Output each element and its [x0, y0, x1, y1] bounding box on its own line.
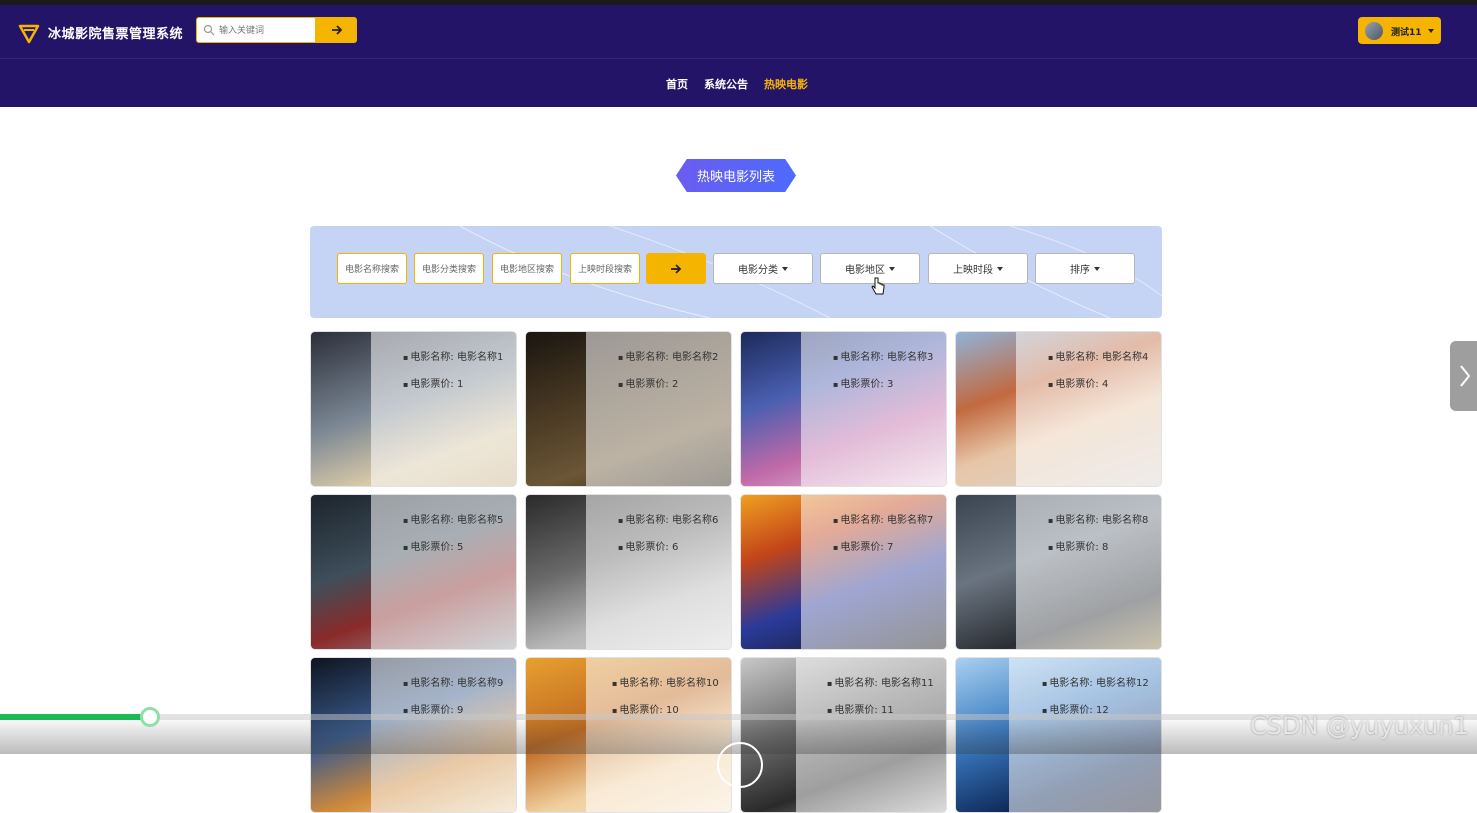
chevron-down-icon	[782, 266, 788, 271]
movie-name: 电影名称: 电影名称4	[1048, 348, 1148, 363]
movie-card-4[interactable]: 电影名称: 电影名称4 电影票价: 4	[955, 331, 1162, 487]
nav-item-announcements[interactable]: 系统公告	[704, 76, 748, 92]
movie-name: 电影名称: 电影名称3	[833, 348, 933, 363]
avatar	[1365, 22, 1383, 40]
filter-panel: 电影名称搜索 电影分类搜索 电影地区搜索 上映时段搜索 电影分类 电影地区 上映…	[310, 226, 1162, 318]
video-progress-fill	[0, 714, 148, 720]
search-input[interactable]	[217, 21, 313, 41]
movie-card-7[interactable]: 电影名称: 电影名称7 电影票价: 7	[740, 494, 947, 650]
movie-name: 电影名称: 电影名称12	[1042, 674, 1148, 689]
watermark: CSDN @yuyuxun1	[1250, 712, 1469, 740]
chevron-right-icon	[1460, 365, 1471, 387]
search-icon	[203, 24, 215, 36]
chevron-down-icon	[997, 266, 1003, 271]
movie-category-search-input[interactable]: 电影分类搜索	[414, 253, 484, 284]
movie-card-3[interactable]: 电影名称: 电影名称3 电影票价: 3	[740, 331, 947, 487]
filter-search-button[interactable]	[646, 253, 706, 284]
category-dropdown[interactable]: 电影分类	[713, 253, 813, 284]
search-box[interactable]	[196, 17, 316, 43]
movie-card-1[interactable]: 电影名称: 电影名称1 电影票价: 1	[310, 331, 517, 487]
movie-name: 电影名称: 电影名称9	[403, 674, 503, 689]
sort-dropdown-label: 排序	[1070, 265, 1090, 276]
next-page-button[interactable]	[1450, 341, 1477, 411]
movie-name: 电影名称: 电影名称10	[612, 674, 718, 689]
movie-price: 电影票价: 3	[833, 375, 893, 390]
movie-price: 电影票价: 4	[1048, 375, 1108, 390]
chevron-down-icon	[1094, 266, 1100, 271]
arrow-right-icon	[331, 25, 342, 35]
chevron-down-icon	[1428, 29, 1434, 33]
release-period-dropdown-label: 上映时段	[953, 265, 993, 276]
search-button[interactable]	[316, 17, 357, 43]
movie-card-8[interactable]: 电影名称: 电影名称8 电影票价: 8	[955, 494, 1162, 650]
movie-grid: 电影名称: 电影名称1 电影票价: 1 电影名称: 电影名称2 电影票价: 2 …	[310, 331, 1163, 813]
movie-price: 电影票价: 2	[618, 375, 678, 390]
site-title[interactable]: 冰城影院售票管理系统	[48, 23, 183, 42]
release-period-dropdown[interactable]: 上映时段	[928, 253, 1028, 284]
top-header: 冰城影院售票管理系统 测试11	[0, 5, 1477, 58]
category-dropdown-label: 电影分类	[738, 265, 778, 276]
movie-card-2[interactable]: 电影名称: 电影名称2 电影票价: 2	[525, 331, 732, 487]
user-menu-button[interactable]: 测试11	[1358, 17, 1441, 44]
sort-dropdown[interactable]: 排序	[1035, 253, 1135, 284]
movie-name: 电影名称: 电影名称11	[827, 674, 933, 689]
play-button[interactable]	[717, 742, 763, 788]
user-name: 测试11	[1391, 28, 1422, 38]
region-dropdown-label: 电影地区	[845, 265, 885, 276]
movie-region-search-input[interactable]: 电影地区搜索	[492, 253, 562, 284]
movie-price: 电影票价: 6	[618, 538, 678, 553]
release-period-search-input[interactable]: 上映时段搜索	[570, 253, 640, 284]
movie-price: 电影票价: 7	[833, 538, 893, 553]
movie-name: 电影名称: 电影名称5	[403, 511, 503, 526]
movie-price: 电影票价: 8	[1048, 538, 1108, 553]
main-nav: 首页 系统公告 热映电影	[0, 58, 1477, 107]
movie-card-5[interactable]: 电影名称: 电影名称5 电影票价: 5	[310, 494, 517, 650]
arrow-right-icon	[671, 263, 682, 274]
movie-name: 电影名称: 电影名称1	[403, 348, 503, 363]
movie-price: 电影票价: 1	[403, 375, 463, 390]
movie-name: 电影名称: 电影名称8	[1048, 511, 1148, 526]
nav-item-hot-movies[interactable]: 热映电影	[764, 76, 808, 92]
logo-icon[interactable]	[18, 22, 40, 44]
movie-price: 电影票价: 5	[403, 538, 463, 553]
video-progress-handle[interactable]	[140, 707, 160, 727]
section-title: 热映电影列表	[676, 159, 796, 192]
movie-name: 电影名称: 电影名称6	[618, 511, 718, 526]
nav-item-home[interactable]: 首页	[666, 76, 688, 92]
movie-name: 电影名称: 电影名称2	[618, 348, 718, 363]
chevron-down-icon	[889, 266, 895, 271]
hand-cursor-icon	[871, 277, 885, 295]
movie-name-search-input[interactable]: 电影名称搜索	[337, 253, 407, 284]
movie-name: 电影名称: 电影名称7	[833, 511, 933, 526]
movie-card-6[interactable]: 电影名称: 电影名称6 电影票价: 6	[525, 494, 732, 650]
